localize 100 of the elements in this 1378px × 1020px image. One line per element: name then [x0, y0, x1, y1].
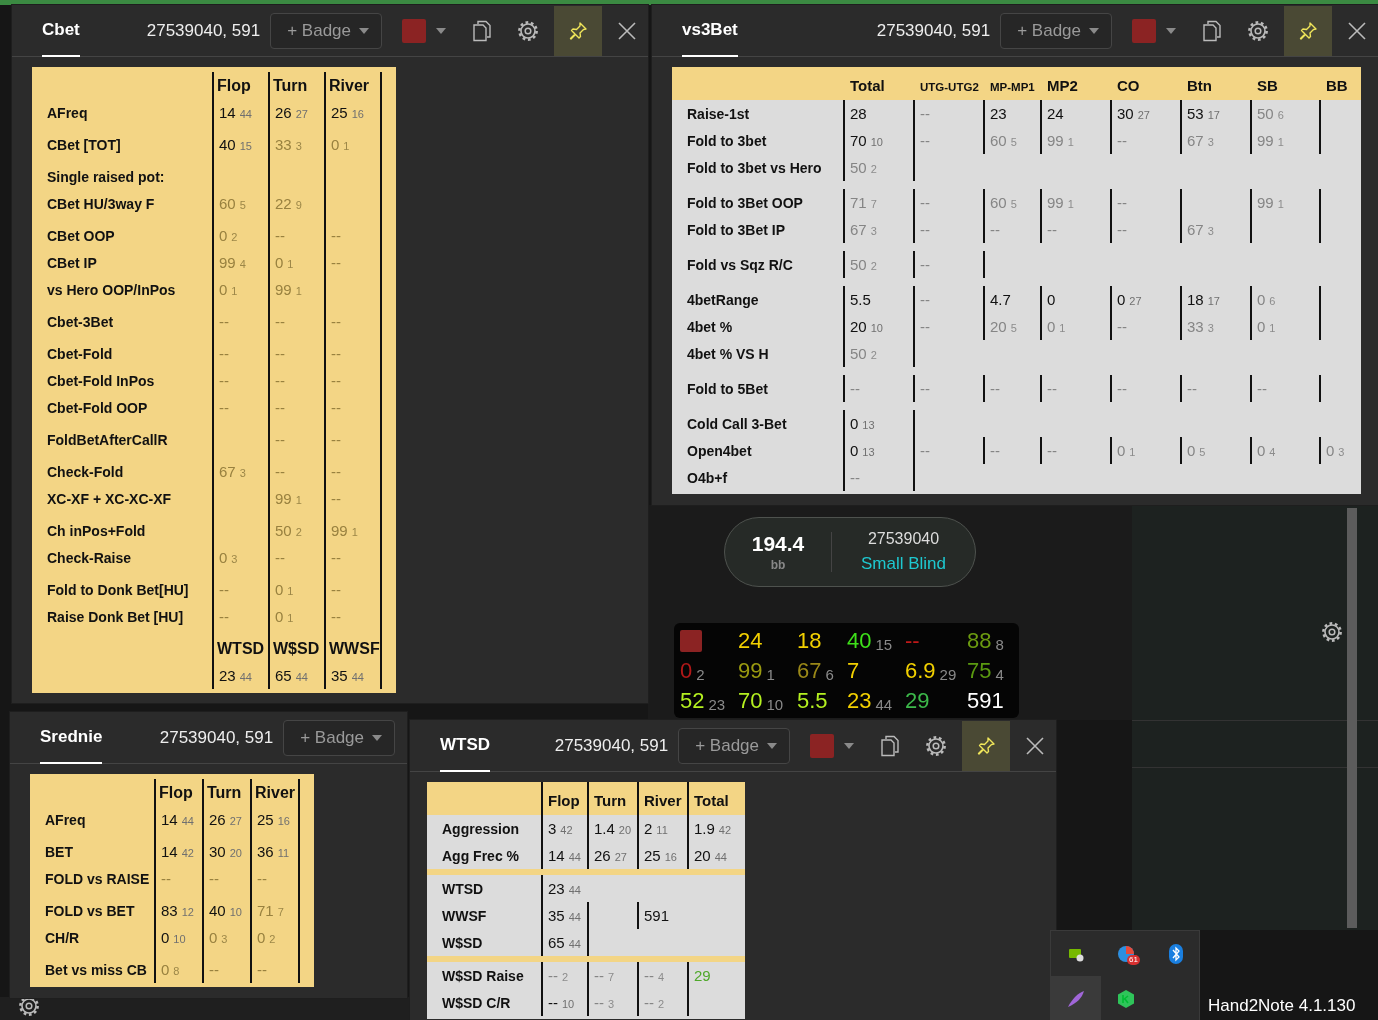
settings-button[interactable]: [1248, 20, 1268, 41]
stat-value: 99: [219, 254, 236, 271]
sample-count: 27: [295, 108, 308, 120]
color-picker[interactable]: [402, 18, 446, 43]
settings-icon[interactable]: [1322, 622, 1342, 642]
sample-count: 3: [870, 225, 877, 237]
sample-count: 3: [1207, 136, 1214, 148]
stat-value: --: [209, 961, 219, 978]
sample-count: 16: [351, 108, 364, 120]
stat-value: 35: [548, 907, 565, 924]
bluetooth-icon[interactable]: [1169, 943, 1183, 964]
color-picker[interactable]: [810, 733, 854, 758]
pin-icon: [1298, 20, 1318, 41]
stat-label: WTSD: [442, 881, 484, 897]
stat-value: 70: [850, 132, 867, 149]
sample-count: 44: [239, 671, 252, 683]
stat-value: 30: [209, 843, 226, 860]
stack-unit: bb: [770, 558, 786, 572]
stat-value: 0: [331, 136, 340, 153]
stat-value: --: [920, 318, 930, 335]
stat-value: --: [1047, 221, 1057, 238]
stat-label: 4betRange: [687, 292, 759, 308]
close-button[interactable]: [1348, 21, 1366, 40]
stat-value: 60: [990, 194, 1007, 211]
stat-value: 0: [209, 929, 218, 946]
stat-value: 50: [850, 345, 867, 362]
stat-value: 65: [548, 934, 565, 951]
stat-value: 591: [967, 688, 1004, 714]
globe-icon[interactable]: [1116, 943, 1136, 964]
stat-value: --: [331, 227, 341, 244]
column-header: Btn: [1187, 77, 1212, 94]
panel-tab[interactable]: Srednie: [40, 712, 103, 764]
stat-label: Bet vs miss CB: [45, 962, 147, 978]
stat-value: 0: [850, 415, 859, 432]
stat-value: 99: [1047, 132, 1064, 149]
stat-value: --: [920, 256, 930, 273]
stat-value: 2: [644, 820, 653, 837]
sample-count: 1: [1277, 198, 1284, 210]
sample-count: 16: [277, 815, 290, 827]
stat-value: 67: [797, 658, 822, 684]
stat-label: Single raised pot:: [47, 169, 165, 185]
badge-button[interactable]: + Badge: [283, 719, 395, 756]
panel-tab[interactable]: WTSD: [440, 720, 491, 772]
badge-button[interactable]: + Badge: [1000, 12, 1112, 49]
stat-value: --: [594, 967, 604, 984]
sample-count: 2: [870, 163, 877, 175]
settings-button[interactable]: [926, 735, 946, 756]
copy-button[interactable]: [880, 734, 900, 757]
pin-icon: [976, 735, 996, 756]
hud-panel[interactable]: 24 18 40 15 -- 88 8 0 2 99 1 67 6 7 6.9 29 75 4 52 23 70 10 5.5 23 44 29 591: [674, 623, 1019, 718]
feather-icon[interactable]: [1066, 988, 1086, 1009]
color-picker[interactable]: [1132, 18, 1176, 43]
stat-value: --: [920, 380, 930, 397]
stat-value: 30: [1117, 105, 1134, 122]
column-header: River: [329, 77, 370, 94]
panel-tab[interactable]: vs3Bet: [682, 5, 738, 57]
close-button[interactable]: [618, 21, 636, 40]
stat-value: 99: [1257, 132, 1274, 149]
stat-value: 71: [850, 194, 867, 211]
settings-icon[interactable]: [19, 996, 39, 1016]
stat-value: 67: [1187, 221, 1204, 238]
stat-value: 23: [847, 688, 872, 714]
seat-plate[interactable]: 194.4 bb 27539040 Small Blind: [724, 517, 976, 587]
column-header: Turn: [594, 792, 627, 809]
badge-button[interactable]: + Badge: [270, 12, 382, 49]
stat-value: --: [1117, 318, 1127, 335]
pin-button[interactable]: [554, 5, 602, 56]
stat-value: --: [275, 313, 285, 330]
sample-count: 17: [1207, 295, 1220, 307]
sample-count: 4: [239, 258, 246, 270]
badge-button[interactable]: + Badge: [678, 727, 790, 764]
stat-value: 0: [257, 929, 266, 946]
settings-button[interactable]: [518, 20, 538, 41]
stat-value: --: [275, 549, 285, 566]
copy-button[interactable]: [1202, 19, 1222, 42]
stat-label: Fold to 5Bet: [687, 381, 768, 397]
stat-value: --: [331, 313, 341, 330]
scrollbar[interactable]: [1347, 508, 1357, 928]
stat-value: --: [331, 372, 341, 389]
close-button[interactable]: [1026, 736, 1044, 755]
column-header: River: [255, 784, 296, 801]
sample-count: 1: [1059, 322, 1066, 334]
pin-button[interactable]: [1284, 5, 1332, 56]
sample-count: 1: [1067, 136, 1074, 148]
sample-count: 2: [696, 665, 705, 683]
sample-count: 5: [1010, 322, 1017, 334]
copy-button[interactable]: [472, 19, 492, 42]
stat-label: 4bet % VS H: [687, 346, 769, 362]
panel-tab[interactable]: Cbet: [42, 5, 80, 57]
pin-button[interactable]: [962, 720, 1010, 771]
stat-value: --: [161, 870, 171, 887]
stat-value: --: [920, 291, 930, 308]
column-header: River: [644, 792, 682, 809]
stat-value: 0: [161, 961, 170, 978]
hexagon-icon[interactable]: [1117, 988, 1135, 1009]
stat-value: 14: [219, 104, 236, 121]
stat-label: W$SD Raise: [442, 968, 524, 984]
stat-value: 60: [990, 132, 1007, 149]
stat-value: 40: [219, 136, 236, 153]
stat-label: Fold to 3Bet OOP: [687, 195, 803, 211]
